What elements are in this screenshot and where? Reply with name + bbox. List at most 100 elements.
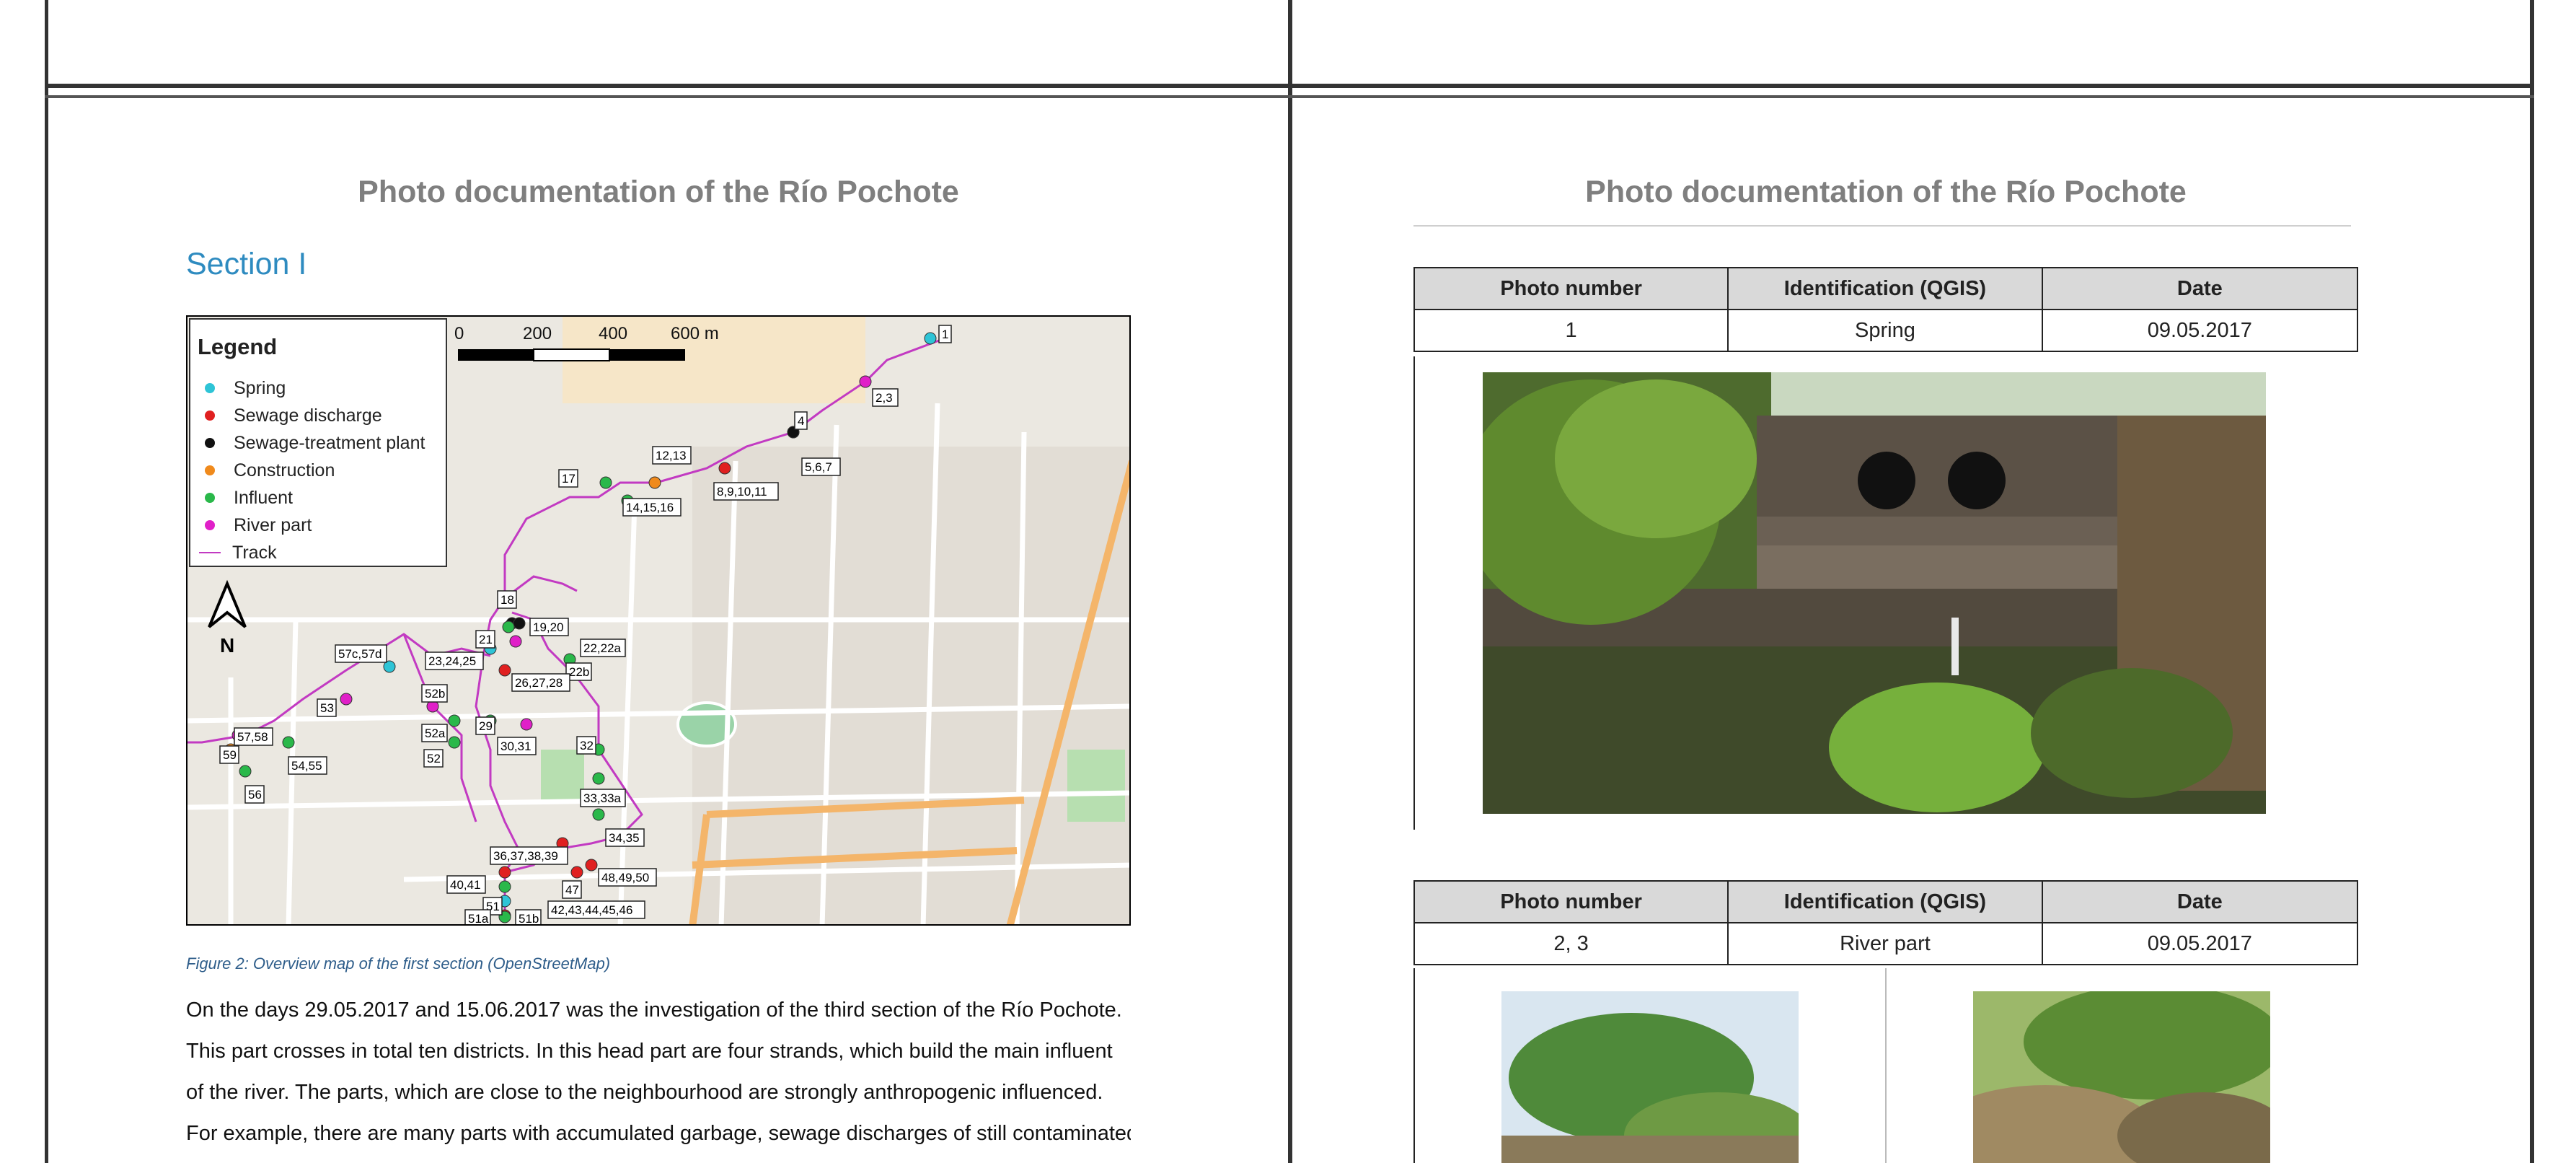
point-label: 5,6,7: [805, 460, 832, 474]
map-marker: [239, 765, 252, 778]
legend-title: Legend: [198, 334, 278, 359]
point-label: 40,41: [450, 878, 481, 892]
legend-item-river-part: River part: [205, 514, 312, 536]
point-label: 4: [798, 414, 804, 428]
point-label: 26,27,28: [515, 676, 563, 690]
header-date: Date: [2041, 267, 2359, 310]
point-label: 57,58: [237, 730, 268, 744]
photo-river-part-2-image: [1501, 991, 1799, 1163]
photo-cell-border: [1413, 968, 1415, 1163]
point-label: 36,37,38,39: [493, 849, 558, 863]
legend-item-sewage-treatment-plant: Sewage-treatment plant: [205, 432, 425, 454]
body-line: For example, there are many parts with a…: [186, 1122, 1131, 1145]
legend-label: Sewage discharge: [234, 405, 382, 426]
map-marker: [513, 617, 526, 630]
cell-identification: River part: [1727, 922, 2043, 965]
scale-label: 0: [454, 324, 464, 343]
body-line: On the days 29.05.2017 and 15.06.2017 wa…: [186, 999, 1122, 1022]
point-label: 56: [248, 788, 262, 802]
cell-photo-number: 2, 3: [1413, 922, 1729, 965]
point-label: 17: [562, 472, 575, 486]
scale-label: 200: [523, 324, 552, 343]
map-marker: [924, 332, 937, 345]
cell-date: 09.05.2017: [2041, 309, 2359, 352]
map-marker: [340, 693, 353, 706]
point-label: 34,35: [609, 831, 640, 845]
header-photo-number: Photo number: [1413, 880, 1729, 923]
cell-identification: Spring: [1727, 309, 2043, 352]
map-marker: [498, 880, 511, 893]
map-marker: [282, 736, 295, 749]
legend-item-spring: Spring: [205, 377, 286, 399]
river-part-marker-icon: [205, 520, 215, 530]
influent-marker-icon: [205, 493, 215, 503]
point-label: 48,49,50: [601, 871, 649, 885]
map-marker: [498, 664, 511, 677]
point-label: 22,22a: [583, 641, 622, 655]
point-label: 1: [942, 328, 948, 341]
green-patch: [1067, 750, 1125, 822]
body-paragraph: On the days 29.05.2017 and 15.06.2017 wa…: [186, 990, 1131, 1154]
legend-label: Spring: [234, 377, 286, 398]
legend-label: Construction: [234, 460, 335, 480]
track-line-icon: [199, 552, 221, 553]
photo-cell-divider: [1885, 968, 1887, 1163]
point-label: 29: [479, 719, 493, 733]
photo-cell-border: [1413, 356, 1415, 830]
photo-spring: [1483, 372, 2266, 814]
photo-river-part-2: [1501, 991, 1799, 1163]
photo-river-part-3: [1973, 991, 2270, 1163]
map-marker: [570, 866, 583, 879]
page-title: Photo documentation of the Río Pochote: [1585, 175, 2187, 209]
map-legend: Legend Spring Sewage discharge Sewage-tr…: [189, 318, 447, 567]
title-underline: [1413, 225, 2351, 227]
figure-caption: Figure 2: Overview map of the first sect…: [186, 954, 611, 973]
scale-label: 600 m: [671, 324, 719, 343]
legend-item-construction: Construction: [205, 460, 335, 481]
legend-item-sewage-discharge: Sewage discharge: [205, 405, 382, 426]
body-line: of the river. The parts, which are close…: [186, 1081, 1103, 1104]
photo-river-part-3-image: [1973, 991, 2270, 1163]
construction-marker-icon: [205, 465, 215, 475]
body-line: This part crosses in total ten districts…: [186, 1040, 1113, 1063]
cell-photo-number: 1: [1413, 309, 1729, 352]
point-label: 54,55: [291, 759, 322, 773]
legend-label: River part: [234, 514, 312, 535]
scale-bar-white: [533, 348, 610, 361]
legend-label: Influent: [234, 487, 294, 508]
point-label: 22b: [569, 665, 589, 679]
top-page-bottom-edge: [45, 84, 2534, 88]
point-label: 52: [427, 752, 441, 765]
photo-table-1: Photo number Identification (QGIS) Date …: [1413, 267, 2359, 352]
map-marker: [498, 866, 511, 879]
map-marker: [599, 476, 612, 489]
point-label: 2,3: [875, 391, 893, 405]
map-marker: [502, 620, 515, 633]
point-label: 8,9,10,11: [717, 485, 767, 499]
green-patch: [541, 750, 584, 800]
point-label: 32: [580, 739, 594, 752]
overview-map: N 1 2,3 4 5,6,7 8,9,10,11 12,13 14,15,16 17 18 19…: [186, 315, 1131, 926]
point-label: 52b: [425, 687, 445, 701]
center-divider: [1288, 0, 1292, 1163]
map-marker: [585, 859, 598, 872]
point-label: 12,13: [656, 449, 687, 462]
right-border: [2530, 0, 2534, 1163]
map-marker: [592, 808, 605, 821]
legend-label: Track: [232, 542, 277, 563]
scale-bar-black: [609, 349, 685, 361]
legend-label: Sewage-treatment plant: [234, 432, 425, 453]
map-marker: [509, 635, 522, 648]
scale-label: 400: [599, 324, 628, 343]
treatment-plant-marker-icon: [205, 438, 215, 448]
point-label: 18: [500, 593, 514, 607]
page-title: Photo documentation of the Río Pochote: [358, 175, 959, 209]
point-label: 21: [479, 633, 493, 646]
point-label: 59: [223, 748, 237, 762]
scale-bar-black: [458, 349, 534, 361]
point-label: 19,20: [533, 620, 564, 634]
point-label: 33,33a: [583, 791, 622, 805]
header-photo-number: Photo number: [1413, 267, 1729, 310]
point-label: 23,24,25: [428, 654, 476, 668]
legend-item-track: Track: [199, 542, 277, 563]
